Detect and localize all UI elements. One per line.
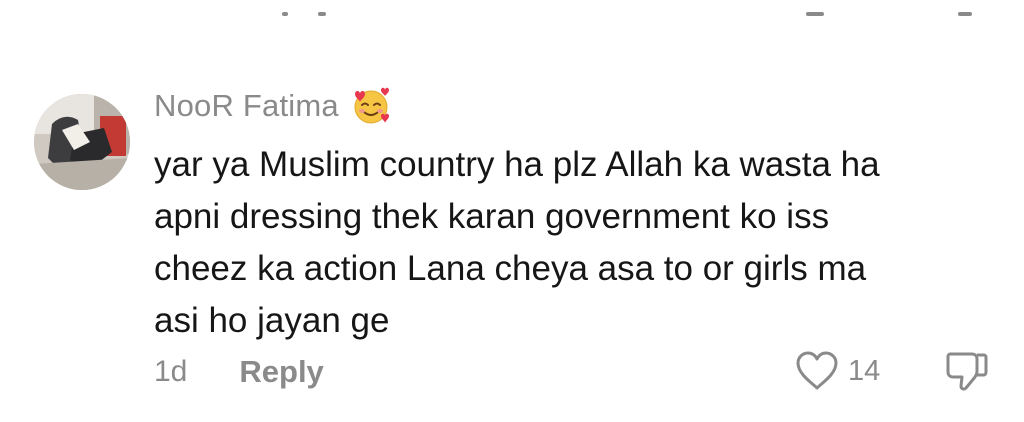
thumbs-down-icon [946, 352, 988, 391]
comment-screen: NooR Fatima yar ya Muslim country ha plz… [0, 0, 1024, 422]
heart-outline-icon [796, 351, 838, 390]
avatar[interactable] [34, 94, 130, 190]
comment-meta: 1d Reply [154, 350, 324, 394]
like-count: 14 [848, 354, 881, 387]
dislike-button[interactable] [944, 348, 990, 394]
comment-text: yar ya Muslim country ha plz Allah ka wa… [154, 145, 880, 340]
reply-button[interactable]: Reply [239, 354, 323, 390]
like-button[interactable]: 14 [794, 348, 880, 394]
comment-time: 1d [154, 355, 188, 388]
avatar-image [34, 94, 130, 190]
smiling-face-with-hearts-icon [354, 87, 389, 124]
remnant-mark [318, 12, 326, 16]
remnant-mark [806, 12, 824, 16]
username-text: NooR Fatima [154, 88, 339, 123]
comment-username[interactable]: NooR Fatima [154, 86, 391, 126]
previous-comment-remnant [0, 0, 1024, 24]
remnant-mark [282, 12, 288, 16]
remnant-mark [958, 12, 972, 16]
